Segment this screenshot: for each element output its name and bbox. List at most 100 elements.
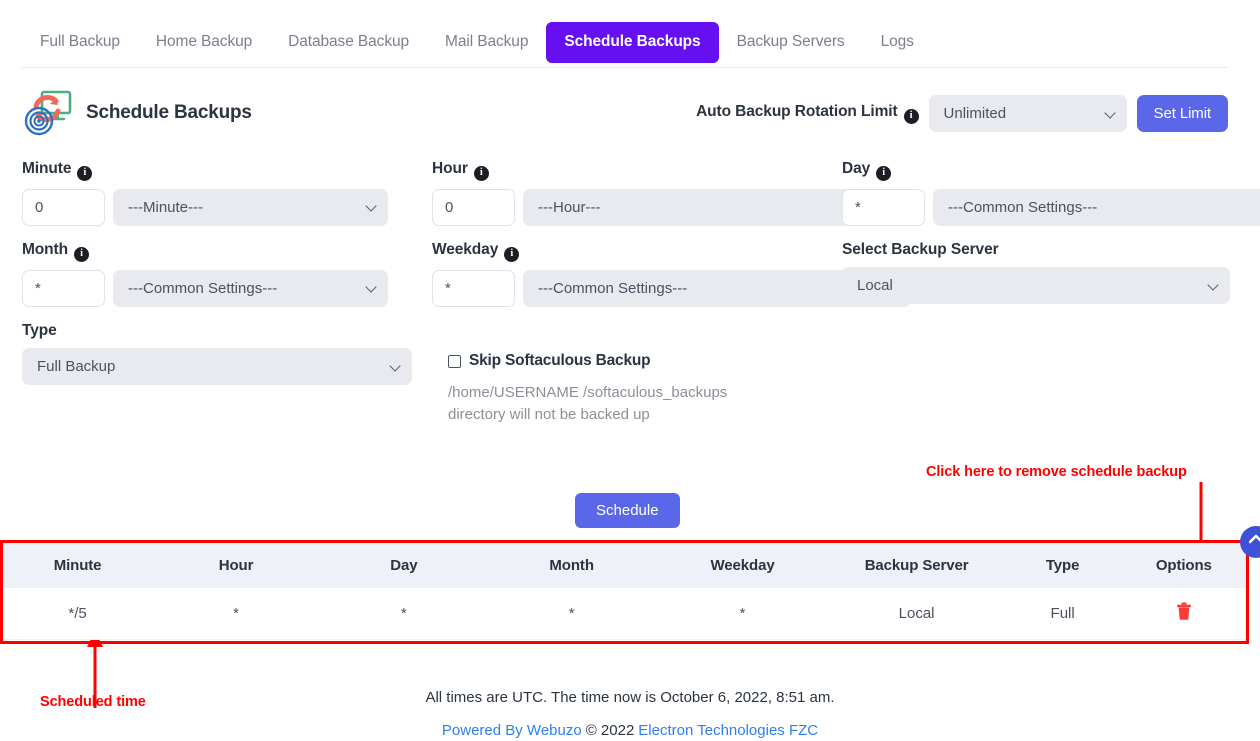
cell-hour: *	[152, 588, 320, 640]
footer-credit: Powered By Webuzo © 2022 Electron Technolo…	[0, 722, 1260, 739]
chevron-up-icon	[1249, 534, 1260, 544]
weekday-input[interactable]	[432, 269, 515, 307]
weekday-label-text: Weekday	[432, 241, 499, 258]
company-link[interactable]: Electron Technologies FZC	[638, 722, 818, 739]
weekday-label: Weekday i	[432, 241, 911, 262]
skip-softaculous-block: Skip Softaculous Backup /home/USERNAME /…	[448, 352, 748, 426]
col-hour: Hour	[218, 557, 254, 574]
month-controls: ---Common Settings---	[22, 269, 388, 307]
month-label: Month i	[22, 241, 388, 262]
info-icon[interactable]: i	[876, 165, 892, 181]
schedule-submit-button[interactable]: Schedule	[575, 493, 680, 528]
day-select-wrap: ---Common Settings---	[933, 188, 1260, 226]
minute-controls: ---Minute---	[22, 188, 388, 226]
hour-controls: ---Hour---	[432, 188, 911, 226]
form-row-1: Minutei ---Minute--- Houri -	[22, 160, 1260, 241]
col-backup-server: Backup Server	[864, 557, 969, 574]
hour-input[interactable]	[432, 188, 515, 226]
set-limit-button[interactable]: Set Limit	[1136, 95, 1228, 132]
skip-softaculous-row[interactable]: Skip Softaculous Backup	[448, 352, 748, 370]
skip-softaculous-label: Skip Softaculous Backup	[469, 352, 651, 369]
tab-database-backup[interactable]: Database Backup	[270, 22, 427, 63]
cell-backup-server: Local	[829, 588, 1004, 640]
field-backup-server: Select Backup Server Local	[842, 241, 1230, 304]
table-row: */5 * * * * Local Full	[3, 588, 1246, 640]
field-day: Dayi ---Common Settings---	[842, 160, 1260, 226]
tab-backup-servers[interactable]: Backup Servers	[719, 22, 863, 63]
type-select[interactable]: Full Backup	[22, 348, 412, 385]
col-options: Options	[1155, 557, 1212, 574]
day-select[interactable]: ---Common Settings---	[933, 188, 1260, 226]
field-type: Type Full Backup	[22, 322, 412, 385]
cell-month: *	[487, 588, 656, 640]
info-icon[interactable]: i	[903, 108, 919, 124]
backup-schedule-icon	[22, 89, 74, 137]
weekday-controls: ---Common Settings---	[432, 269, 911, 307]
field-weekday: Weekday i ---Common Settings---	[432, 241, 911, 307]
tab-home-backup[interactable]: Home Backup	[138, 22, 270, 63]
month-input[interactable]	[22, 269, 105, 307]
day-input[interactable]	[842, 188, 925, 226]
field-minute: Minutei ---Minute---	[22, 160, 388, 226]
type-label: Type	[22, 322, 57, 339]
skip-softaculous-checkbox[interactable]	[448, 354, 461, 368]
footer-copyright: © 2022	[585, 722, 635, 739]
info-icon[interactable]: i	[77, 165, 93, 181]
minute-select[interactable]: ---Minute---	[113, 188, 388, 226]
field-hour: Houri ---Hour---	[432, 160, 911, 226]
info-icon[interactable]: i	[504, 246, 520, 262]
rotation-limit-label: Auto Backup Rotation Limit i	[696, 103, 919, 124]
schedule-table-wrap: Minute Hour Day Month Weekday Backup Ser…	[3, 543, 1246, 640]
hour-label: Hour i	[432, 160, 911, 181]
schedule-table-body: */5 * * * * Local Full	[3, 588, 1246, 640]
field-month: Monthi ---Common Settings---	[22, 241, 388, 307]
cell-options	[1121, 588, 1246, 640]
schedule-table: Minute Hour Day Month Weekday Backup Ser…	[3, 543, 1246, 640]
col-minute: Minute	[53, 557, 102, 574]
trash-icon[interactable]	[1176, 602, 1192, 625]
tab-mail-backup[interactable]: Mail Backup	[427, 22, 546, 63]
cell-type: Full	[1003, 588, 1122, 640]
form-row-2: Monthi ---Common Settings--- Weekdayi	[22, 241, 1238, 322]
tab-schedule-backups[interactable]: Schedule Backups	[546, 22, 719, 63]
col-type: Type	[1045, 557, 1080, 574]
backup-tabs: Full Backup Home Backup Database Backup …	[22, 22, 1228, 68]
page-footer: All times are UTC. The time now is Octob…	[0, 655, 1260, 739]
minute-label: Minute i	[22, 160, 388, 181]
skip-softaculous-note: /home/USERNAME /softaculous_backups dire…	[448, 384, 728, 423]
day-controls: ---Common Settings---	[842, 188, 1260, 226]
rotation-limit-group: Auto Backup Rotation Limit i Unlimited Se…	[696, 95, 1228, 132]
day-label-text: Day	[842, 160, 871, 177]
schedule-table-head: Minute Hour Day Month Weekday Backup Ser…	[3, 543, 1246, 588]
powered-by-link[interactable]: Powered By Webuzo	[442, 722, 582, 739]
month-select-wrap: ---Common Settings---	[113, 269, 388, 307]
minute-input[interactable]	[22, 188, 105, 226]
page-title: Schedule Backups	[86, 102, 252, 123]
rotation-limit-select[interactable]: Unlimited	[928, 95, 1127, 132]
page-header: Schedule Backups Auto Backup Rotation Li…	[22, 85, 1228, 141]
type-select-wrap: Full Backup	[22, 348, 412, 385]
tab-full-backup[interactable]: Full Backup	[22, 22, 138, 63]
info-icon[interactable]: i	[473, 165, 489, 181]
month-label-text: Month	[22, 241, 68, 258]
cell-weekday: *	[655, 588, 830, 640]
rotation-limit-text: Auto Backup Rotation Limit	[696, 103, 898, 121]
minute-select-wrap: ---Minute---	[113, 188, 388, 226]
schedule-table-header-row: Minute Hour Day Month Weekday Backup Ser…	[3, 543, 1246, 588]
page-root: Full Backup Home Backup Database Backup …	[0, 0, 1260, 741]
backup-server-select[interactable]: Local	[842, 267, 1230, 304]
cell-minute: */5	[3, 588, 153, 640]
col-day: Day	[390, 557, 418, 574]
backup-server-label: Select Backup Server	[842, 241, 999, 258]
backup-server-select-wrap: Local	[842, 267, 1230, 304]
cell-day: *	[319, 588, 488, 640]
info-icon[interactable]: i	[73, 246, 89, 262]
hour-label-text: Hour	[432, 160, 468, 177]
annotation-remove-text: Click here to remove schedule backup	[926, 464, 1187, 480]
month-select[interactable]: ---Common Settings---	[113, 269, 388, 307]
minute-label-text: Minute	[22, 160, 72, 177]
col-weekday: Weekday	[710, 557, 775, 574]
tab-logs[interactable]: Logs	[863, 22, 932, 63]
page-header-left: Schedule Backups	[22, 85, 252, 141]
footer-time-notice: All times are UTC. The time now is Octob…	[425, 689, 835, 706]
